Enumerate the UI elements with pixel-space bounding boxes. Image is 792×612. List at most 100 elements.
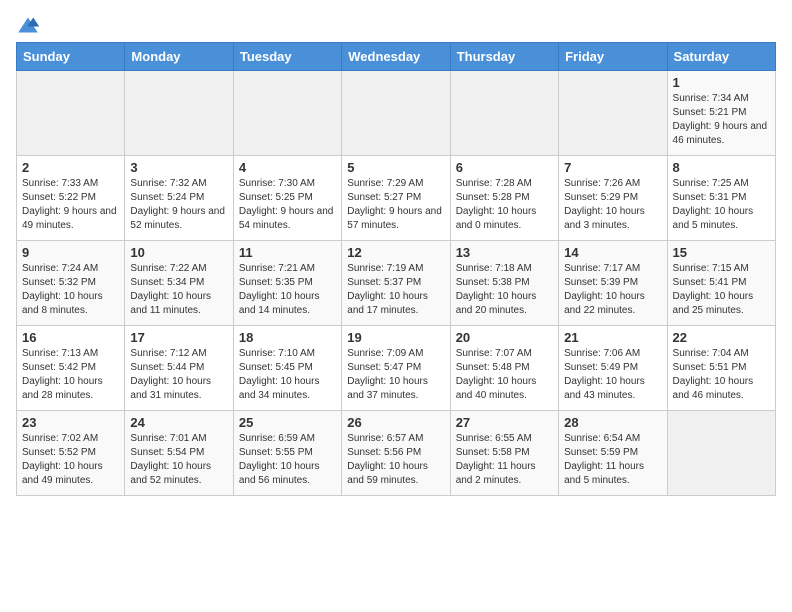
day-number: 4 bbox=[239, 160, 336, 175]
day-number: 1 bbox=[673, 75, 770, 90]
calendar-cell: 26 Sunrise: 6:57 AM Sunset: 5:56 PM Dayli… bbox=[342, 411, 450, 496]
day-info: Sunrise: 7:06 AM Sunset: 5:49 PM Dayligh… bbox=[564, 347, 661, 403]
day-number: 26 bbox=[347, 415, 444, 430]
calendar-cell: 5 Sunrise: 7:29 AM Sunset: 5:27 PM Daylig… bbox=[342, 156, 450, 241]
day-info: Sunrise: 7:33 AM Sunset: 5:22 PM Dayligh… bbox=[22, 177, 119, 233]
day-number: 18 bbox=[239, 330, 336, 345]
day-info: Sunrise: 7:09 AM Sunset: 5:47 PM Dayligh… bbox=[347, 347, 444, 403]
day-number: 24 bbox=[130, 415, 227, 430]
calendar-cell: 21 Sunrise: 7:06 AM Sunset: 5:49 PM Dayli… bbox=[559, 326, 667, 411]
weekday-header-saturday: Saturday bbox=[667, 43, 775, 71]
calendar-cell: 27 Sunrise: 6:55 AM Sunset: 5:58 PM Dayli… bbox=[450, 411, 558, 496]
day-number: 23 bbox=[22, 415, 119, 430]
generalblue-icon bbox=[16, 16, 40, 34]
calendar-cell: 8Sunrise: 7:25 AM Sunset: 5:31 PM Daylig… bbox=[667, 156, 775, 241]
day-number: 5 bbox=[347, 160, 444, 175]
weekday-header-wednesday: Wednesday bbox=[342, 43, 450, 71]
day-number: 21 bbox=[564, 330, 661, 345]
weekday-header-friday: Friday bbox=[559, 43, 667, 71]
calendar-cell: 9Sunrise: 7:24 AM Sunset: 5:32 PM Daylig… bbox=[17, 241, 125, 326]
calendar-cell bbox=[233, 71, 341, 156]
calendar-cell: 16 Sunrise: 7:13 AM Sunset: 5:42 PM Dayli… bbox=[17, 326, 125, 411]
day-number: 2 bbox=[22, 160, 119, 175]
calendar-cell: 15 Sunrise: 7:15 AM Sunset: 5:41 PM Dayli… bbox=[667, 241, 775, 326]
day-number: 12 bbox=[347, 245, 444, 260]
day-info: Sunrise: 7:17 AM Sunset: 5:39 PM Dayligh… bbox=[564, 262, 661, 318]
day-info: Sunrise: 6:59 AM Sunset: 5:55 PM Dayligh… bbox=[239, 432, 336, 488]
day-number: 15 bbox=[673, 245, 770, 260]
week-row-3: 16 Sunrise: 7:13 AM Sunset: 5:42 PM Dayli… bbox=[17, 326, 776, 411]
day-info: Sunrise: 7:18 AM Sunset: 5:38 PM Dayligh… bbox=[456, 262, 553, 318]
calendar-cell: 18 Sunrise: 7:10 AM Sunset: 5:45 PM Dayli… bbox=[233, 326, 341, 411]
day-info: Sunrise: 7:29 AM Sunset: 5:27 PM Dayligh… bbox=[347, 177, 444, 233]
weekday-header-thursday: Thursday bbox=[450, 43, 558, 71]
day-info: Sunrise: 6:54 AM Sunset: 5:59 PM Dayligh… bbox=[564, 432, 661, 488]
calendar-cell bbox=[559, 71, 667, 156]
calendar-cell: 3 Sunrise: 7:32 AM Sunset: 5:24 PM Daylig… bbox=[125, 156, 233, 241]
calendar-cell: 1 Sunrise: 7:34 AM Sunset: 5:21 PM Daylig… bbox=[667, 71, 775, 156]
day-info: Sunrise: 7:34 AM Sunset: 5:21 PM Dayligh… bbox=[673, 92, 770, 148]
calendar-cell: 12 Sunrise: 7:19 AM Sunset: 5:37 PM Dayli… bbox=[342, 241, 450, 326]
day-info: Sunrise: 7:19 AM Sunset: 5:37 PM Dayligh… bbox=[347, 262, 444, 318]
day-number: 16 bbox=[22, 330, 119, 345]
calendar-cell bbox=[17, 71, 125, 156]
calendar-cell: 10 Sunrise: 7:22 AM Sunset: 5:34 PM Dayli… bbox=[125, 241, 233, 326]
day-number: 6 bbox=[456, 160, 553, 175]
day-info: Sunrise: 7:26 AM Sunset: 5:29 PM Dayligh… bbox=[564, 177, 661, 233]
weekday-header-monday: Monday bbox=[125, 43, 233, 71]
calendar-cell: 4 Sunrise: 7:30 AM Sunset: 5:25 PM Daylig… bbox=[233, 156, 341, 241]
day-number: 13 bbox=[456, 245, 553, 260]
calendar-cell: 11 Sunrise: 7:21 AM Sunset: 5:35 PM Dayli… bbox=[233, 241, 341, 326]
day-info: Sunrise: 7:32 AM Sunset: 5:24 PM Dayligh… bbox=[130, 177, 227, 233]
day-info: Sunrise: 7:30 AM Sunset: 5:25 PM Dayligh… bbox=[239, 177, 336, 233]
day-info: Sunrise: 7:25 AM Sunset: 5:31 PM Dayligh… bbox=[673, 177, 770, 233]
calendar-cell bbox=[125, 71, 233, 156]
day-number: 7 bbox=[564, 160, 661, 175]
week-row-0: 1 Sunrise: 7:34 AM Sunset: 5:21 PM Daylig… bbox=[17, 71, 776, 156]
calendar-cell: 6 Sunrise: 7:28 AM Sunset: 5:28 PM Daylig… bbox=[450, 156, 558, 241]
week-row-1: 2 Sunrise: 7:33 AM Sunset: 5:22 PM Daylig… bbox=[17, 156, 776, 241]
calendar-cell: 22Sunrise: 7:04 AM Sunset: 5:51 PM Dayli… bbox=[667, 326, 775, 411]
day-number: 14 bbox=[564, 245, 661, 260]
calendar-cell: 19 Sunrise: 7:09 AM Sunset: 5:47 PM Dayli… bbox=[342, 326, 450, 411]
calendar-cell: 28 Sunrise: 6:54 AM Sunset: 5:59 PM Dayli… bbox=[559, 411, 667, 496]
day-number: 25 bbox=[239, 415, 336, 430]
day-info: Sunrise: 6:57 AM Sunset: 5:56 PM Dayligh… bbox=[347, 432, 444, 488]
day-number: 28 bbox=[564, 415, 661, 430]
calendar-cell bbox=[342, 71, 450, 156]
day-number: 10 bbox=[130, 245, 227, 260]
weekday-header-sunday: Sunday bbox=[17, 43, 125, 71]
calendar-cell: 24 Sunrise: 7:01 AM Sunset: 5:54 PM Dayli… bbox=[125, 411, 233, 496]
calendar-cell: 20 Sunrise: 7:07 AM Sunset: 5:48 PM Dayli… bbox=[450, 326, 558, 411]
day-info: Sunrise: 7:15 AM Sunset: 5:41 PM Dayligh… bbox=[673, 262, 770, 318]
calendar-cell: 17Sunrise: 7:12 AM Sunset: 5:44 PM Dayli… bbox=[125, 326, 233, 411]
week-row-2: 9Sunrise: 7:24 AM Sunset: 5:32 PM Daylig… bbox=[17, 241, 776, 326]
calendar-table: SundayMondayTuesdayWednesdayThursdayFrid… bbox=[16, 42, 776, 496]
logo bbox=[16, 16, 44, 34]
day-info: Sunrise: 7:21 AM Sunset: 5:35 PM Dayligh… bbox=[239, 262, 336, 318]
day-info: Sunrise: 7:04 AM Sunset: 5:51 PM Dayligh… bbox=[673, 347, 770, 403]
day-info: Sunrise: 7:07 AM Sunset: 5:48 PM Dayligh… bbox=[456, 347, 553, 403]
calendar-cell: 7 Sunrise: 7:26 AM Sunset: 5:29 PM Daylig… bbox=[559, 156, 667, 241]
day-info: Sunrise: 7:02 AM Sunset: 5:52 PM Dayligh… bbox=[22, 432, 119, 488]
day-info: Sunrise: 7:12 AM Sunset: 5:44 PM Dayligh… bbox=[130, 347, 227, 403]
calendar-cell: 25 Sunrise: 6:59 AM Sunset: 5:55 PM Dayli… bbox=[233, 411, 341, 496]
weekday-header-tuesday: Tuesday bbox=[233, 43, 341, 71]
calendar-cell: 14 Sunrise: 7:17 AM Sunset: 5:39 PM Dayli… bbox=[559, 241, 667, 326]
calendar-cell: 23 Sunrise: 7:02 AM Sunset: 5:52 PM Dayli… bbox=[17, 411, 125, 496]
calendar-cell bbox=[450, 71, 558, 156]
day-info: Sunrise: 6:55 AM Sunset: 5:58 PM Dayligh… bbox=[456, 432, 553, 488]
day-info: Sunrise: 7:22 AM Sunset: 5:34 PM Dayligh… bbox=[130, 262, 227, 318]
day-number: 20 bbox=[456, 330, 553, 345]
day-info: Sunrise: 7:28 AM Sunset: 5:28 PM Dayligh… bbox=[456, 177, 553, 233]
day-info: Sunrise: 7:13 AM Sunset: 5:42 PM Dayligh… bbox=[22, 347, 119, 403]
day-info: Sunrise: 7:10 AM Sunset: 5:45 PM Dayligh… bbox=[239, 347, 336, 403]
weekday-header-row: SundayMondayTuesdayWednesdayThursdayFrid… bbox=[17, 43, 776, 71]
day-number: 11 bbox=[239, 245, 336, 260]
week-row-4: 23 Sunrise: 7:02 AM Sunset: 5:52 PM Dayli… bbox=[17, 411, 776, 496]
day-number: 3 bbox=[130, 160, 227, 175]
day-info: Sunrise: 7:01 AM Sunset: 5:54 PM Dayligh… bbox=[130, 432, 227, 488]
calendar-cell: 2 Sunrise: 7:33 AM Sunset: 5:22 PM Daylig… bbox=[17, 156, 125, 241]
day-number: 19 bbox=[347, 330, 444, 345]
day-number: 27 bbox=[456, 415, 553, 430]
